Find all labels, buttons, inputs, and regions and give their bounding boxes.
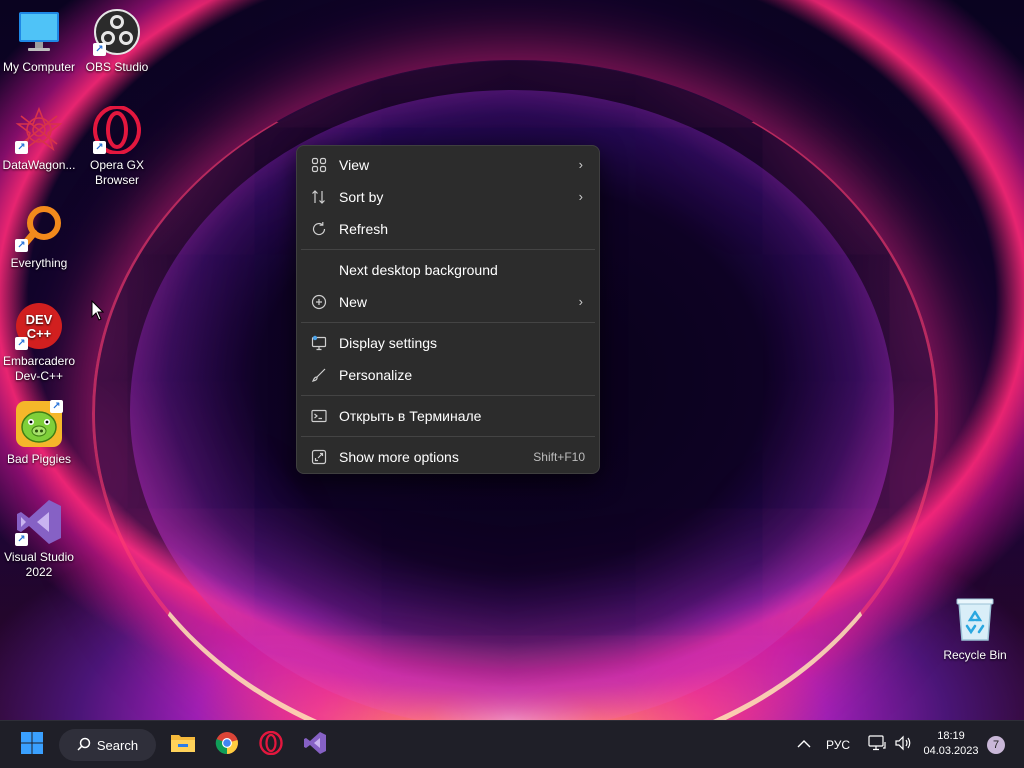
menu-item-open-in-terminal[interactable]: Открыть в Терминале [301,400,595,432]
refresh-icon [311,221,327,237]
desktop-icon-obs-studio[interactable]: ↗ OBS Studio [78,8,156,75]
show-hidden-icons-button[interactable] [792,729,816,761]
shortcut-arrow-icon: ↗ [15,337,28,350]
menu-item-next-desktop-background[interactable]: Next desktop background [301,254,595,286]
search-label: Search [96,737,139,753]
quick-settings-button[interactable] [862,729,918,761]
visual-studio-icon: ↗ [15,498,63,546]
language-label: РУС [825,738,851,752]
visual-studio-icon [303,731,327,760]
desktop-icon-label: Bad Piggies [6,452,72,466]
menu-separator [301,322,595,323]
menu-separator [301,249,595,250]
desktop-icon-label: Opera GX Browser [89,158,145,187]
monitor-icon [15,8,63,56]
desktop-icon-opera-gx[interactable]: ↗ Opera GX Browser [78,105,156,188]
desktop-icon-label: DataWagon... [2,158,76,172]
terminal-icon [311,408,327,424]
shortcut-arrow-icon: ↗ [50,400,63,413]
chevron-right-icon: › [578,189,583,204]
desktop-icon-datawagon[interactable]: ↗ DataWagon... [0,106,78,173]
chrome-icon [215,731,239,760]
menu-item-label: Next desktop background [339,262,498,278]
desktop-icon-label: Everything [10,256,68,270]
recycle-bin-icon [951,596,999,644]
desktop-icon-label: OBS Studio [85,60,149,74]
desktop-context-menu: View › Sort by › Refresh Next desktop ba… [296,145,600,474]
grid-view-icon [311,157,327,173]
menu-item-label: New [339,294,368,310]
brush-icon [311,367,327,383]
desktop[interactable]: My Computer ↗ OBS Studio ↗ DataWagon... … [0,0,1024,720]
taskbar-visual-studio[interactable] [299,729,331,761]
taskbar-search-button[interactable]: Search [59,729,156,761]
desktop-icon-label: Embarcadero Dev-C++ [2,354,76,383]
windows-logo-icon [20,731,44,760]
shortcut-arrow-icon: ↗ [93,43,106,56]
devcpp-icon: DEV C++ ↗ [15,302,63,350]
menu-item-label: Display settings [339,335,438,351]
shortcut-arrow-icon: ↗ [15,533,28,546]
display-icon [311,335,327,351]
taskbar-chrome[interactable] [211,729,243,761]
menu-item-display-settings[interactable]: Display settings [301,327,595,359]
shortcut-arrow-icon: ↗ [93,141,106,154]
volume-icon [894,735,912,756]
language-indicator[interactable]: РУС [822,729,854,761]
obs-icon: ↗ [93,8,141,56]
svg-text:DEV: DEV [26,312,53,327]
opera-gx-icon: ↗ [93,105,141,155]
menu-item-label: Show more options [339,449,459,465]
clock-date: 04.03.2023 [923,745,979,757]
desktop-icon-visual-studio[interactable]: ↗ Visual Studio 2022 [0,498,78,580]
network-icon [868,734,886,756]
taskbar: Search РУС 18:19 04.03.2023 [0,720,1024,768]
menu-item-label: Refresh [339,221,389,237]
taskbar-file-explorer[interactable] [167,729,199,761]
desktop-icon-everything[interactable]: ↗ Everything [0,204,78,271]
more-options-icon [311,449,327,465]
menu-item-new[interactable]: New › [301,286,595,318]
desktop-icon-label: Recycle Bin [943,648,1007,662]
bad-piggies-icon: ↗ [15,400,63,448]
menu-item-personalize[interactable]: Personalize [301,359,595,391]
datawagon-icon: ↗ [15,106,63,154]
opera-gx-icon [259,730,283,760]
shortcut-arrow-icon: ↗ [15,239,28,252]
menu-item-sort-by[interactable]: Sort by › [301,181,595,213]
menu-item-label: Sort by [339,189,384,205]
folder-icon [170,732,196,759]
clock-time: 18:19 [937,730,965,742]
taskbar-opera-gx[interactable] [255,729,287,761]
magnifier-icon: ↗ [15,204,63,252]
desktop-icon-my-computer[interactable]: My Computer [0,8,78,75]
keyboard-shortcut: Shift+F10 [533,450,585,464]
shortcut-arrow-icon: ↗ [15,141,28,154]
menu-item-refresh[interactable]: Refresh [301,213,595,245]
search-icon [77,737,91,754]
menu-item-label: View [339,157,370,173]
desktop-icon-recycle-bin[interactable]: Recycle Bin [936,596,1014,663]
plus-circle-icon [311,294,327,310]
menu-separator [301,395,595,396]
menu-item-view[interactable]: View › [301,149,595,181]
mouse-cursor-icon [91,299,105,326]
menu-item-label: Открыть в Терминале [339,408,482,424]
desktop-icon-bad-piggies[interactable]: ↗ Bad Piggies [0,400,78,467]
clock[interactable]: 18:19 04.03.2023 [918,729,984,759]
desktop-icon-label: Visual Studio 2022 [4,550,74,579]
menu-item-label: Personalize [339,367,413,383]
chevron-up-icon [797,736,811,754]
start-button[interactable] [16,729,48,761]
chevron-right-icon: › [578,157,583,172]
chevron-right-icon: › [578,294,583,309]
menu-item-show-more-options[interactable]: Show more options Shift+F10 [301,441,595,473]
notification-badge[interactable]: 7 [987,736,1005,754]
desktop-icon-devcpp[interactable]: DEV C++ ↗ Embarcadero Dev-C++ [0,302,78,384]
desktop-icon-label: My Computer [2,60,76,74]
menu-separator [301,436,595,437]
sort-icon [311,189,327,205]
svg-text:C++: C++ [27,326,52,341]
